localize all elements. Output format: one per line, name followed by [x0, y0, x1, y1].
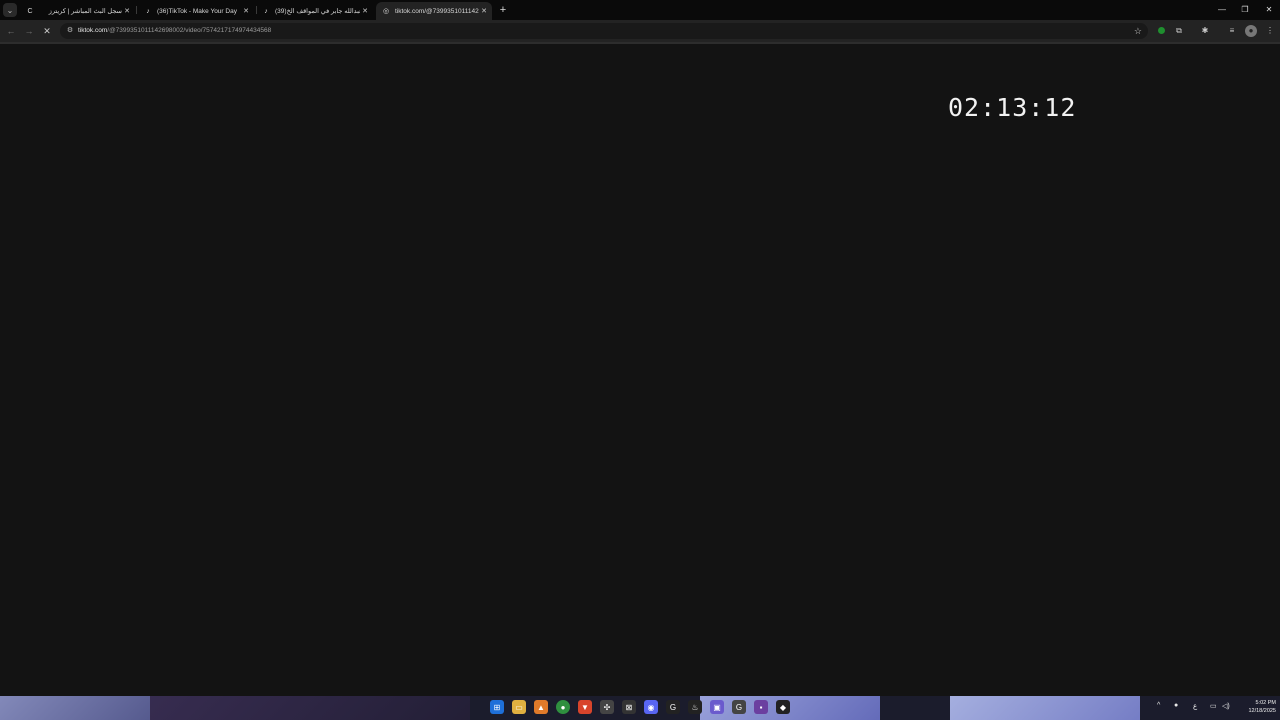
stop-loading-icon[interactable]: ✕ — [40, 24, 54, 38]
tab-2[interactable]: ♪ (36)TikTok - Make Your Day ✕ — [138, 2, 254, 20]
app-icon[interactable]: ▣ — [710, 700, 724, 714]
tab-strip: ⌄ C سجل البث المباشر | كريترز ✕ ♪ (36)Ti… — [0, 0, 1280, 20]
app-icon[interactable]: ▲ — [534, 700, 548, 714]
loading-icon: ◎ — [382, 8, 390, 15]
brave-icon[interactable]: ▼ — [578, 700, 592, 714]
windows-taskbar: ⊞ ▭ ▲ ● ▼ ✣ ⊠ ◉ G ♨ ▣ G ▪ ◆ ^ ● ع ▭ ◁) 5… — [0, 696, 1280, 720]
close-icon[interactable]: ✕ — [360, 7, 370, 15]
tab-search-icon[interactable]: ⌄ — [3, 3, 17, 17]
profile-avatar-icon[interactable]: ● — [1245, 25, 1257, 37]
close-icon[interactable]: ✕ — [122, 7, 132, 15]
windows-start-icon[interactable]: ⊞ — [490, 700, 504, 714]
minimize-icon[interactable]: — — [1215, 3, 1229, 17]
discord-icon[interactable]: ◉ — [644, 700, 658, 714]
app-icon[interactable]: ◆ — [776, 700, 790, 714]
clock-date: 12/18/2025 — [1248, 708, 1276, 714]
app-icon[interactable]: ✣ — [600, 700, 614, 714]
bookmark-star-icon[interactable]: ☆ — [1134, 25, 1142, 37]
site-info-icon[interactable]: ⚙ — [65, 26, 75, 36]
tab-3[interactable]: ♪ (39)عبدالله جابر في المواقف الخ... ✕ — [256, 2, 373, 20]
forward-icon[interactable]: → — [22, 24, 36, 38]
back-icon[interactable]: ← — [4, 24, 18, 38]
app-icon[interactable]: ⊠ — [622, 700, 636, 714]
url-host: tiktok.com — [78, 27, 108, 34]
file-explorer-icon[interactable]: ▭ — [512, 700, 526, 714]
tray-chevron-icon[interactable]: ^ — [1157, 702, 1160, 709]
wallpaper-strip — [950, 696, 1140, 720]
browser-toolbar: ← → ✕ ⚙ tiktok.com/@7399351011142698002/… — [0, 20, 1280, 42]
close-icon[interactable]: ✕ — [479, 7, 489, 15]
url-text[interactable]: tiktok.com/@7399351011142698002/video/75… — [78, 26, 271, 36]
tab-separator — [136, 6, 137, 14]
tab-title: tiktok.com/@73993510111426... — [395, 7, 479, 15]
tab-title: (36)TikTok - Make Your Day — [157, 7, 237, 15]
tab-title: سجل البث المباشر | كريترز — [48, 8, 122, 15]
steam-icon[interactable]: ♨ — [688, 700, 702, 714]
wallpaper-strip — [0, 696, 150, 720]
tab-1[interactable]: C سجل البث المباشر | كريترز ✕ — [20, 2, 135, 20]
taskbar-clock[interactable]: 5:02 PM 12/18/2025 — [1236, 699, 1276, 715]
new-tab-button[interactable]: + — [497, 4, 509, 16]
tab-4-active[interactable]: ◎ tiktok.com/@73993510111426... ✕ — [376, 2, 492, 20]
volume-icon[interactable]: ◁) — [1222, 702, 1230, 710]
tiktok-icon: ♪ — [264, 7, 268, 15]
url-path: /@7399351011142698002/video/757421717497… — [107, 27, 272, 34]
timer-display: 02:13:12 — [948, 93, 1077, 122]
tab-favicon: C — [27, 7, 33, 15]
media-control-icon[interactable]: ≡ — [1226, 25, 1238, 37]
wallpaper-strip — [150, 696, 470, 720]
extensions-icon[interactable]: ⧉ — [1173, 25, 1185, 37]
wallpaper-strip — [700, 696, 880, 720]
clock-time: 5:02 PM — [1255, 700, 1276, 706]
tiktok-icon: ♪ — [146, 7, 150, 15]
chrome-icon[interactable]: ● — [556, 700, 570, 714]
tab-title: (39)عبدالله جابر في المواقف الخ... — [275, 8, 360, 15]
address-bar[interactable]: ⚙ tiktok.com/@7399351011142698002/video/… — [60, 23, 1148, 39]
network-icon[interactable]: ▭ — [1210, 702, 1217, 710]
restore-icon[interactable]: ❐ — [1238, 3, 1252, 17]
close-icon[interactable]: ✕ — [241, 7, 251, 15]
page-content — [0, 44, 1280, 696]
app-icon[interactable]: G — [666, 700, 680, 714]
app-icon[interactable]: ▪ — [754, 700, 768, 714]
window-close-icon[interactable]: ✕ — [1262, 3, 1276, 17]
menu-icon[interactable]: ⋮ — [1264, 25, 1276, 37]
language-indicator[interactable]: ع — [1193, 702, 1197, 710]
extension-icon[interactable]: ✱ — [1199, 25, 1211, 37]
microphone-icon[interactable]: ● — [1174, 702, 1178, 709]
extension-status-icon[interactable] — [1155, 25, 1167, 37]
app-icon[interactable]: G — [732, 700, 746, 714]
